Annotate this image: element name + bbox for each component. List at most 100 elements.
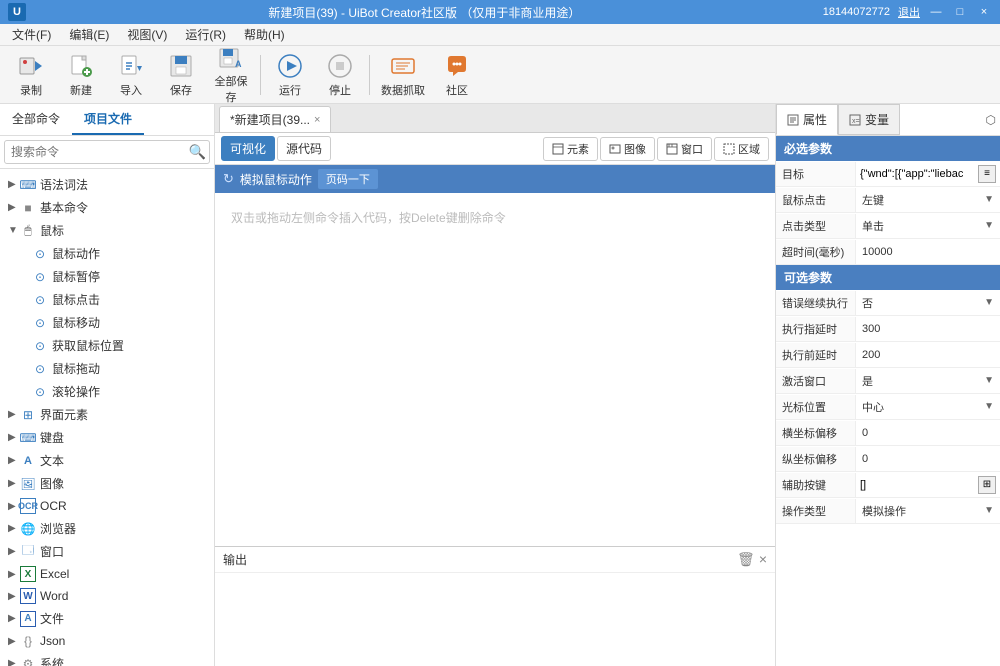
run-button[interactable]: 运行 [267,50,313,100]
error-continue-arrow[interactable]: ▼ [984,297,994,308]
search-button[interactable]: 🔍 [189,144,206,161]
arrow-icon: ▶ [8,409,20,420]
tree-item-ocr[interactable]: ▶ OCR OCR [0,495,214,517]
tree-item-mouse-move[interactable]: ⊙ 鼠标移动 [12,311,214,334]
stop-button[interactable]: 停止 [317,50,363,100]
menu-view[interactable]: 视图(V) [119,24,175,45]
tree-item-mouse-pause[interactable]: ⊙ 鼠标暂停 [12,265,214,288]
param-label-activate-window: 激活窗口 [776,369,856,393]
param-row-exec-delay-after: 执行指延时 300 [776,316,1000,342]
param-value-y-offset: 0 [856,450,1000,468]
optional-section-header: 可选参数 [776,265,1000,290]
source-view-btn[interactable]: 源代码 [277,136,331,161]
param-label-clicktype: 点击类型 [776,214,856,238]
record-button[interactable]: 录制 [8,50,54,100]
visual-view-btn[interactable]: 可视化 [221,136,275,161]
search-input[interactable] [4,140,210,164]
modifier-key-edit-btn[interactable]: ⊞ [978,476,996,494]
op-type-arrow[interactable]: ▼ [984,505,994,516]
tab-variables[interactable]: x= 变量 [838,104,900,135]
tree-item-keyboard[interactable]: ▶ ⌨ 键盘 [0,426,214,449]
activate-window-arrow[interactable]: ▼ [984,375,994,386]
maximize-button[interactable]: □ [952,4,968,20]
save-button[interactable]: 保存 [158,50,204,100]
editor-tab-label: *新建项目(39... [230,111,310,128]
editor-tab-main[interactable]: *新建项目(39... × [219,106,331,132]
community-button[interactable]: 社区 [434,50,480,100]
tree-item-mouse-action[interactable]: ⊙ 鼠标动作 [12,242,214,265]
import-button[interactable]: 导入 [108,50,154,100]
arrow-icon: ▶ [8,202,20,213]
tab-properties[interactable]: 属性 [776,104,838,135]
param-label-error-continue: 错误继续执行 [776,291,856,315]
tree-item-image[interactable]: ▶ 🖼 图像 [0,472,214,495]
param-row-x-offset: 横坐标偏移 0 [776,420,1000,446]
user-label: 18144072772 [823,6,890,18]
right-tabs: 属性 x= 变量 ⬡ [776,104,1000,136]
word-icon: W [20,588,36,604]
param-value-op-type: 模拟操作 ▼ [856,500,1000,522]
target-edit-btn[interactable]: ≡ [978,165,996,183]
close-button[interactable]: × [976,4,992,20]
modifier-key-value: [] [860,479,976,491]
window-icon: 🗔 [20,544,36,560]
svg-text:A: A [235,59,242,69]
tree-item-mouse-click[interactable]: ⊙ 鼠标点击 [12,288,214,311]
tree-item-json[interactable]: ▶ {} Json [0,630,214,652]
window-view-btn[interactable]: 窗口 [657,137,712,161]
stop-label: 停止 [329,82,351,98]
tree-item-excel[interactable]: ▶ X Excel [0,563,214,585]
mouseclick-dropdown-arrow[interactable]: ▼ [984,194,994,205]
region-view-btn[interactable]: 区域 [714,137,769,161]
tree-item-window[interactable]: ▶ 🗔 窗口 [0,540,214,563]
mouse-scroll-icon: ⊙ [32,384,48,400]
tree-item-ui[interactable]: ▶ ⊞ 界面元素 [0,403,214,426]
menu-help[interactable]: 帮助(H) [236,24,293,45]
output-clear-btn[interactable]: 🗑 [737,551,755,568]
tree-item-word[interactable]: ▶ W Word [0,585,214,607]
left-panel: 全部命令 项目文件 🔍 ▶ ⌨ 语法词法 ▶ ■ 基本命令 [0,104,215,666]
tree-item-mouse[interactable]: ▼ 🖱 鼠标 [0,219,214,242]
save-icon [167,52,195,80]
region-btn-icon [723,143,735,155]
saveall-button[interactable]: A 全部保存 [208,50,254,100]
arrow-icon: ▶ [8,569,20,580]
expand-panel-btn[interactable]: ⬡ [982,109,1000,131]
tab-all-commands[interactable]: 全部命令 [0,104,72,135]
output-close-btn[interactable]: × [759,551,767,568]
import-icon [117,52,145,80]
new-icon [67,52,95,80]
clicktype-dropdown-arrow[interactable]: ▼ [984,220,994,231]
param-value-target: {"wnd":[{"app":"liebac ≡ [856,163,1000,185]
logout-btn[interactable]: 退出 [898,4,920,20]
new-button[interactable]: 新建 [58,50,104,100]
toolbar-separator-1 [260,55,261,95]
tab-project-files[interactable]: 项目文件 [72,104,144,135]
tree-item-file[interactable]: ▶ A 文件 [0,607,214,630]
image-view-btn[interactable]: 图像 [600,137,655,161]
elements-view-btn[interactable]: 元素 [543,137,598,161]
tree-item-mouse-scroll[interactable]: ⊙ 滚轮操作 [12,380,214,403]
saveall-label: 全部保存 [210,73,252,105]
tree-item-system[interactable]: ▶ ⚙ 系统 [0,652,214,666]
tree-item-mouse-getpos[interactable]: ⊙ 获取鼠标位置 [12,334,214,357]
menu-run[interactable]: 运行(R) [177,24,234,45]
menu-file[interactable]: 文件(F) [4,24,59,45]
close-tab-icon[interactable]: × [314,114,320,126]
tree-item-text[interactable]: ▶ A 文本 [0,449,214,472]
tree-item-mouse-drag[interactable]: ⊙ 鼠标拖动 [12,357,214,380]
scraping-button[interactable]: 数据抓取 [376,50,430,100]
menu-edit[interactable]: 编辑(E) [61,24,117,45]
param-label-x-offset: 横坐标偏移 [776,421,856,445]
minimize-button[interactable]: — [928,4,944,20]
tree-item-basic[interactable]: ▶ ■ 基本命令 [0,196,214,219]
editor-tabs: *新建项目(39... × [215,104,775,133]
param-label-modifier-key: 辅助按键 [776,473,856,497]
svg-text:x=: x= [852,118,860,125]
param-row-modifier-key: 辅助按键 [] ⊞ [776,472,1000,498]
center-panel: *新建项目(39... × 可视化 源代码 元素 图像 窗口 区域 [215,104,775,666]
cursor-pos-arrow[interactable]: ▼ [984,401,994,412]
tree-item-browser[interactable]: ▶ 🌐 浏览器 [0,517,214,540]
tree-item-syntax[interactable]: ▶ ⌨ 语法词法 [0,173,214,196]
saveall-icon: A [217,45,245,71]
